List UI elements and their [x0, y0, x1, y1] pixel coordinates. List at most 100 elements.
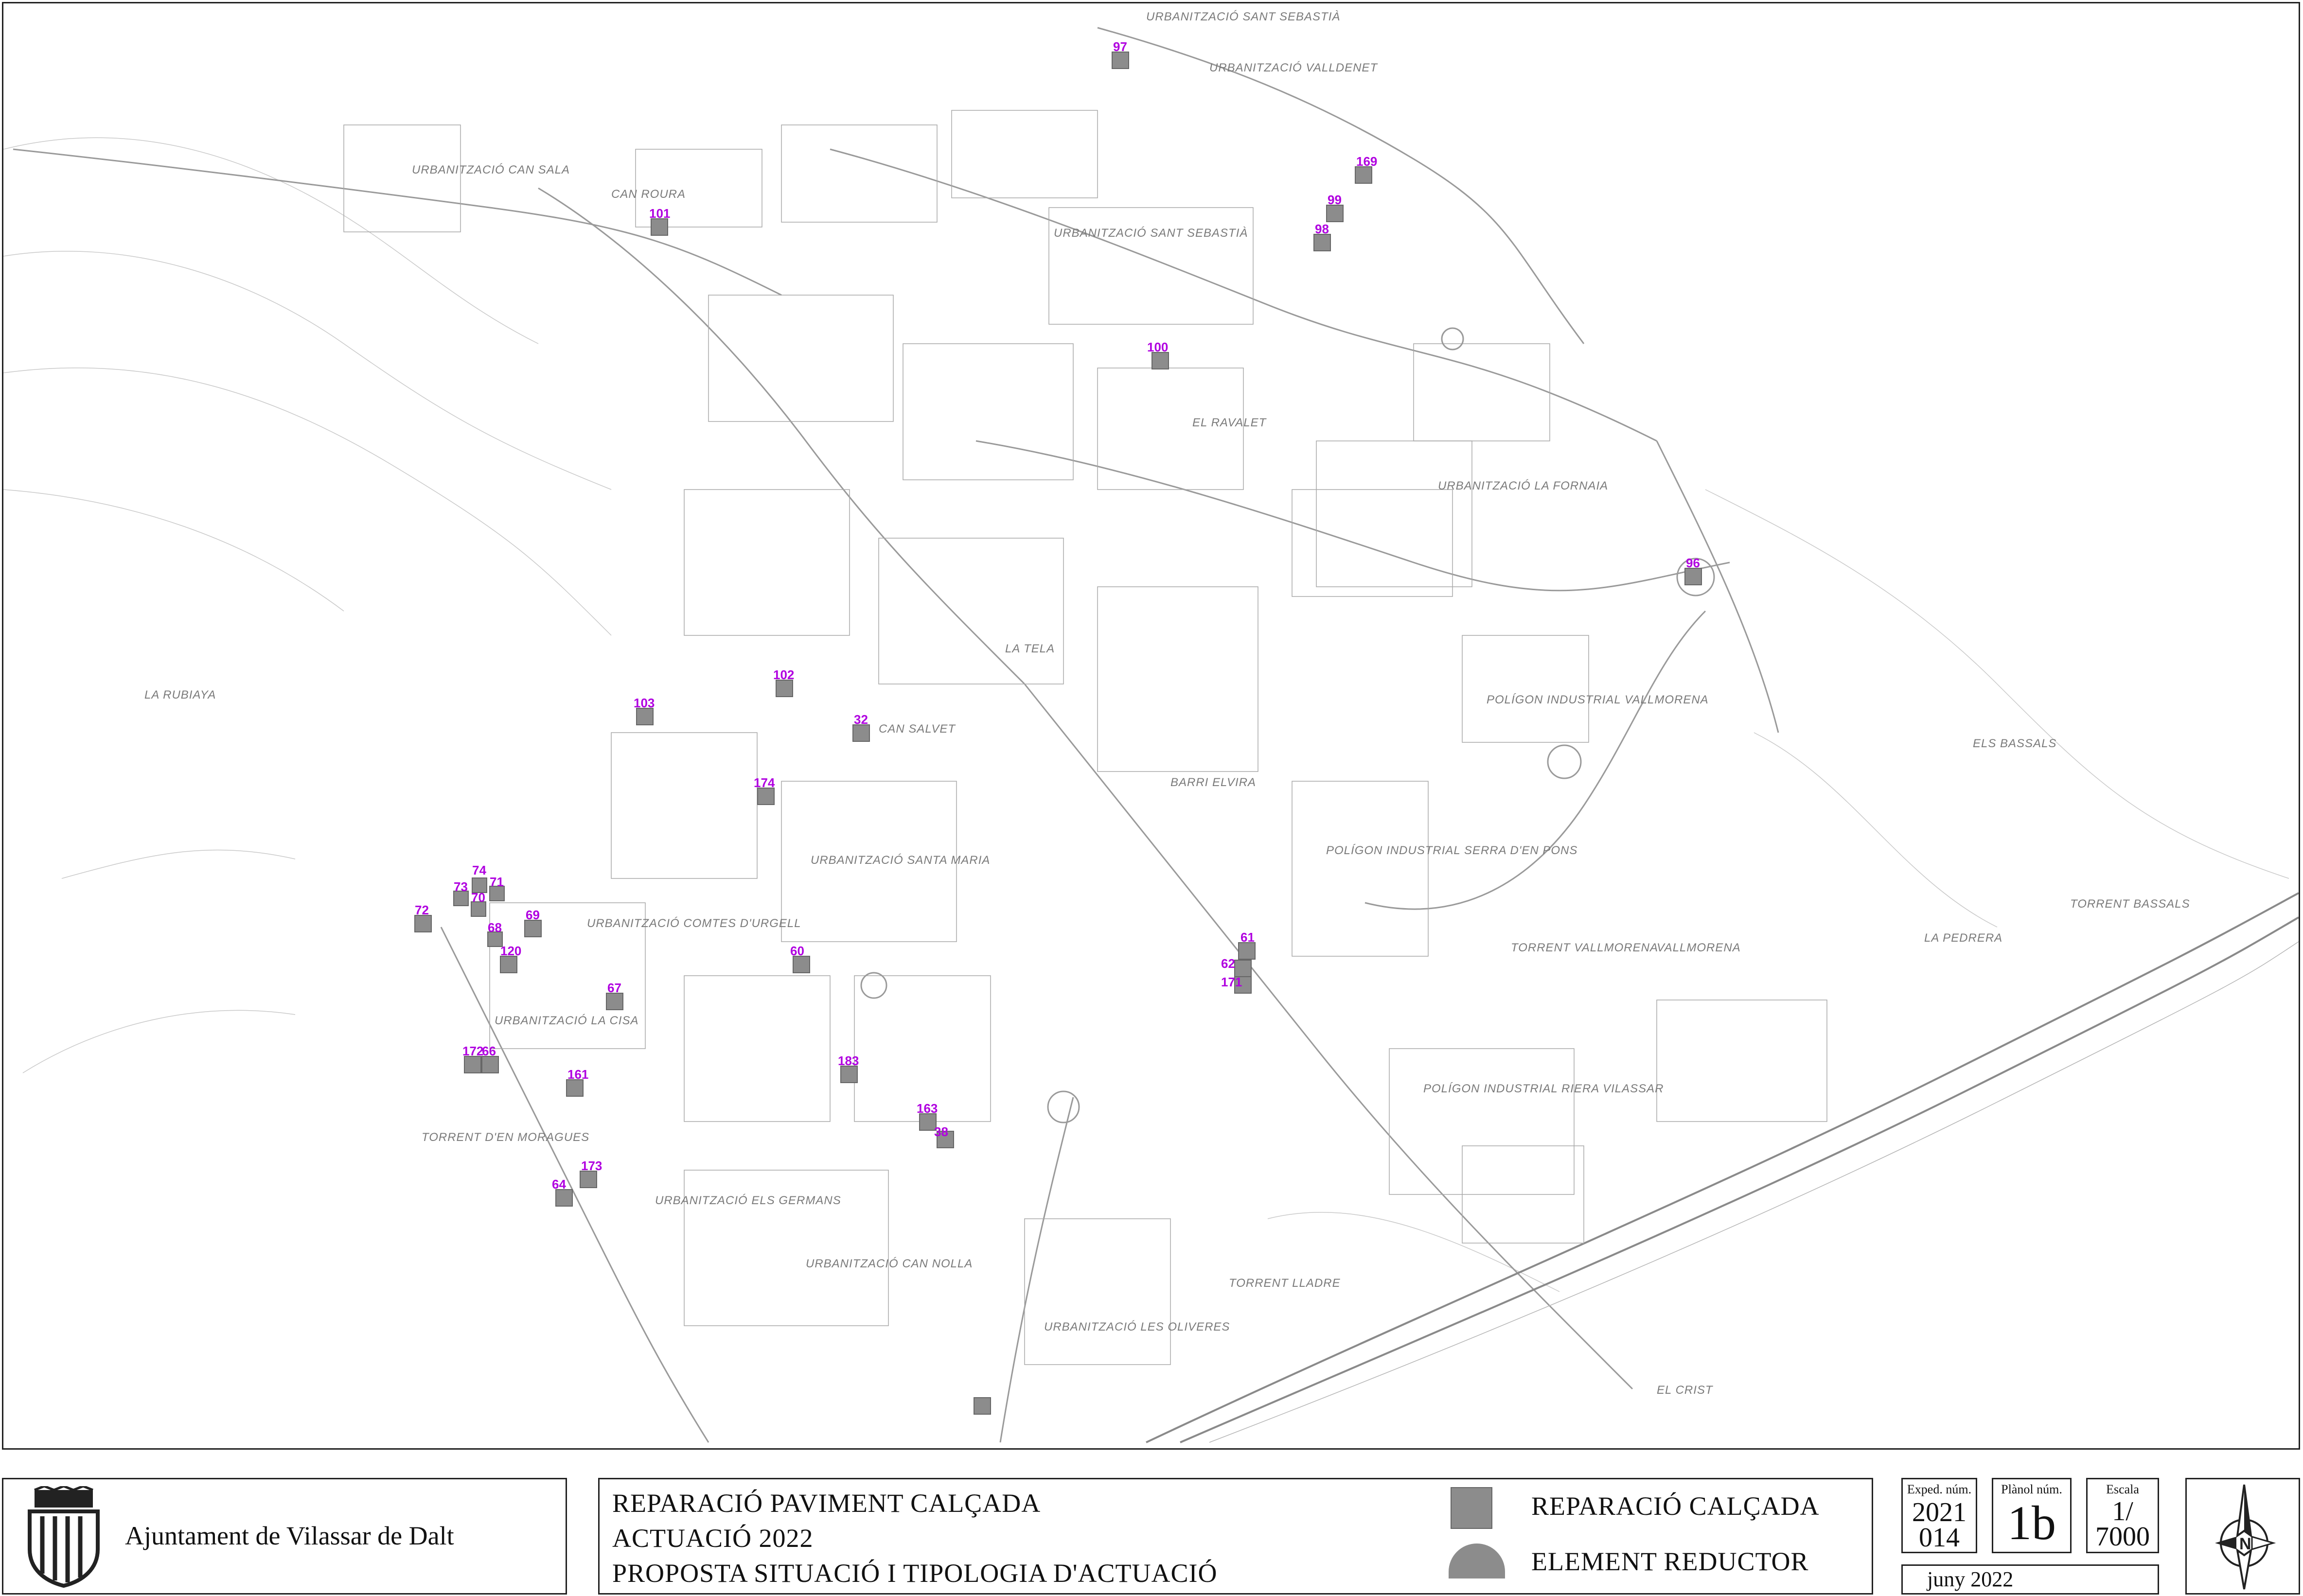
repair-marker: 172	[462, 1044, 483, 1073]
scale-numerator: 1/	[2112, 1496, 2133, 1526]
map-area: URBANITZACIÓ SANT SEBASTIÀ URBANITZACIÓ …	[2, 2, 2300, 1450]
svg-text:101: 101	[649, 206, 670, 221]
place-label: LA TELA	[1005, 642, 1055, 655]
svg-text:96: 96	[1686, 556, 1700, 570]
svg-text:98: 98	[1315, 222, 1329, 236]
place-label: URBANITZACIÓ SANTA MARIA	[811, 854, 990, 867]
place-label: EL RAVALET	[1192, 416, 1267, 429]
place-label: URBANITZACIÓ ELS GERMANS	[655, 1194, 841, 1207]
place-label: URBANITZACIÓ CAN NOLLA	[806, 1257, 973, 1270]
svg-text:99: 99	[1328, 193, 1342, 207]
svg-text:38: 38	[934, 1124, 948, 1139]
repair-marker: 120	[500, 944, 521, 973]
svg-text:172: 172	[462, 1044, 483, 1058]
svg-text:69: 69	[526, 908, 540, 922]
svg-text:74: 74	[472, 863, 486, 877]
place-label: URBANITZACIÓ SANT SEBASTIÀ	[1146, 10, 1340, 23]
organization-name: Ajuntament de Vilassar de Dalt	[125, 1521, 454, 1550]
svg-text:62: 62	[1221, 956, 1235, 971]
svg-text:97: 97	[1113, 39, 1127, 54]
svg-text:70: 70	[471, 890, 485, 905]
title-line-3: PROPOSTA SITUACIÓ I TIPOLOGIA D'ACTUACIÓ	[612, 1559, 1218, 1588]
repair-marker: 67	[606, 981, 623, 1010]
repair-marker: 71	[489, 875, 505, 901]
repair-marker: 98	[1313, 222, 1331, 251]
repair-marker: 69	[524, 908, 542, 937]
repair-marker: 38	[934, 1124, 954, 1148]
place-label: ELS BASSALS	[1973, 737, 2056, 750]
svg-text:100: 100	[1147, 340, 1168, 354]
repair-marker: 70	[471, 890, 486, 917]
place-label: BARRI ELVIRA	[1170, 776, 1256, 789]
title-line-2: ACTUACIÓ 2022	[612, 1524, 814, 1553]
date-text: juny 2022	[1927, 1567, 2014, 1591]
place-label: URBANITZACIÓ VALLDENET	[1209, 61, 1378, 74]
repair-marker: 173	[580, 1158, 602, 1188]
svg-text:N: N	[2239, 1535, 2251, 1553]
place-label: LA PEDRERA	[1924, 931, 2002, 945]
title-panel: REPARACIÓ PAVIMENT CALÇADA ACTUACIÓ 2022…	[598, 1478, 1873, 1595]
place-label: TORRENT LLADRE	[1229, 1277, 1341, 1290]
svg-text:171: 171	[1221, 975, 1242, 989]
svg-text:102: 102	[773, 667, 794, 682]
svg-text:120: 120	[500, 944, 521, 958]
svg-text:183: 183	[838, 1053, 859, 1068]
place-label: URBANITZACIÓ CAN SALA	[412, 163, 570, 176]
date-box: juny 2022	[1901, 1564, 2159, 1595]
place-label: TORRENT D'EN MORAGUES	[422, 1131, 589, 1144]
svg-text:72: 72	[415, 903, 429, 917]
expedient-box: Exped. núm. 2021 014	[1901, 1478, 1977, 1553]
place-label: VALLMORENA	[1657, 941, 1741, 954]
repair-marker: 32	[852, 712, 870, 742]
svg-text:68: 68	[488, 920, 502, 935]
svg-text:161: 161	[567, 1067, 588, 1082]
title-line-1: REPARACIÓ PAVIMENT CALÇADA	[612, 1489, 1041, 1518]
repair-marker: 74	[472, 863, 487, 893]
svg-text:103: 103	[634, 696, 655, 710]
place-label: POLÍGON INDUSTRIAL SERRA D'EN PONS	[1326, 844, 1577, 857]
place-label: POLÍGON INDUSTRIAL RIERA VILASSAR	[1423, 1082, 1664, 1095]
repair-marker: 60	[790, 944, 810, 973]
repair-marker: 100	[1147, 340, 1169, 369]
svg-text:174: 174	[754, 775, 775, 790]
repair-marker: 103	[634, 696, 655, 725]
repair-marker: 171	[1221, 975, 1252, 994]
place-label: URBANITZACIÓ COMTES D'URGELL	[587, 917, 801, 930]
place-label: LA RUBIAYA	[144, 688, 216, 702]
street-map: URBANITZACIÓ SANT SEBASTIÀ URBANITZACIÓ …	[3, 10, 2299, 1443]
repair-marker	[974, 1397, 991, 1415]
place-label: URBANITZACIÓ LA FORNAIA	[1438, 479, 1608, 492]
plan-caption: Plànol núm.	[2001, 1482, 2062, 1496]
repair-marker: 72	[414, 903, 432, 932]
north-arrow-panel: N	[2185, 1478, 2300, 1595]
place-label: URBANITZACIÓ LES OLIVERES	[1044, 1320, 1230, 1333]
svg-text:71: 71	[490, 875, 504, 889]
repair-marker: 66	[481, 1044, 499, 1073]
place-label: EL CRIST	[1657, 1384, 1714, 1397]
svg-text:173: 173	[581, 1158, 602, 1173]
legend-repair-label: REPARACIÓ CALÇADA	[1531, 1491, 1820, 1521]
repair-marker: 61	[1238, 930, 1256, 960]
map-background-lines	[3, 27, 2299, 1443]
svg-text:73: 73	[454, 879, 468, 894]
place-label: CAN ROURA	[611, 188, 686, 201]
place-label: TORRENT BASSALS	[2070, 897, 2190, 911]
expedient-number: 014	[1919, 1523, 1960, 1553]
scale-caption: Escala	[2106, 1482, 2139, 1496]
svg-text:163: 163	[917, 1101, 938, 1116]
repair-marker: 101	[649, 206, 670, 236]
svg-text:32: 32	[854, 712, 868, 727]
repair-marker: 64	[552, 1177, 573, 1207]
scale-box: Escala 1/ 7000	[2086, 1478, 2159, 1553]
repair-marker: 96	[1684, 556, 1702, 585]
repair-marker: 99	[1326, 193, 1344, 222]
organization-panel: Ajuntament de Vilassar de Dalt	[2, 1478, 567, 1595]
expedient-caption: Exped. núm.	[1907, 1482, 1972, 1496]
place-label: URBANITZACIÓ LA CISA	[495, 1014, 639, 1027]
repair-marker: 73	[453, 879, 469, 906]
svg-text:67: 67	[607, 981, 621, 995]
svg-text:60: 60	[790, 944, 804, 958]
repair-marker: 97	[1112, 39, 1129, 69]
compass-north-icon: N	[2215, 1484, 2276, 1590]
legend-reducer-label: ELEMENT REDUCTOR	[1531, 1547, 1809, 1576]
